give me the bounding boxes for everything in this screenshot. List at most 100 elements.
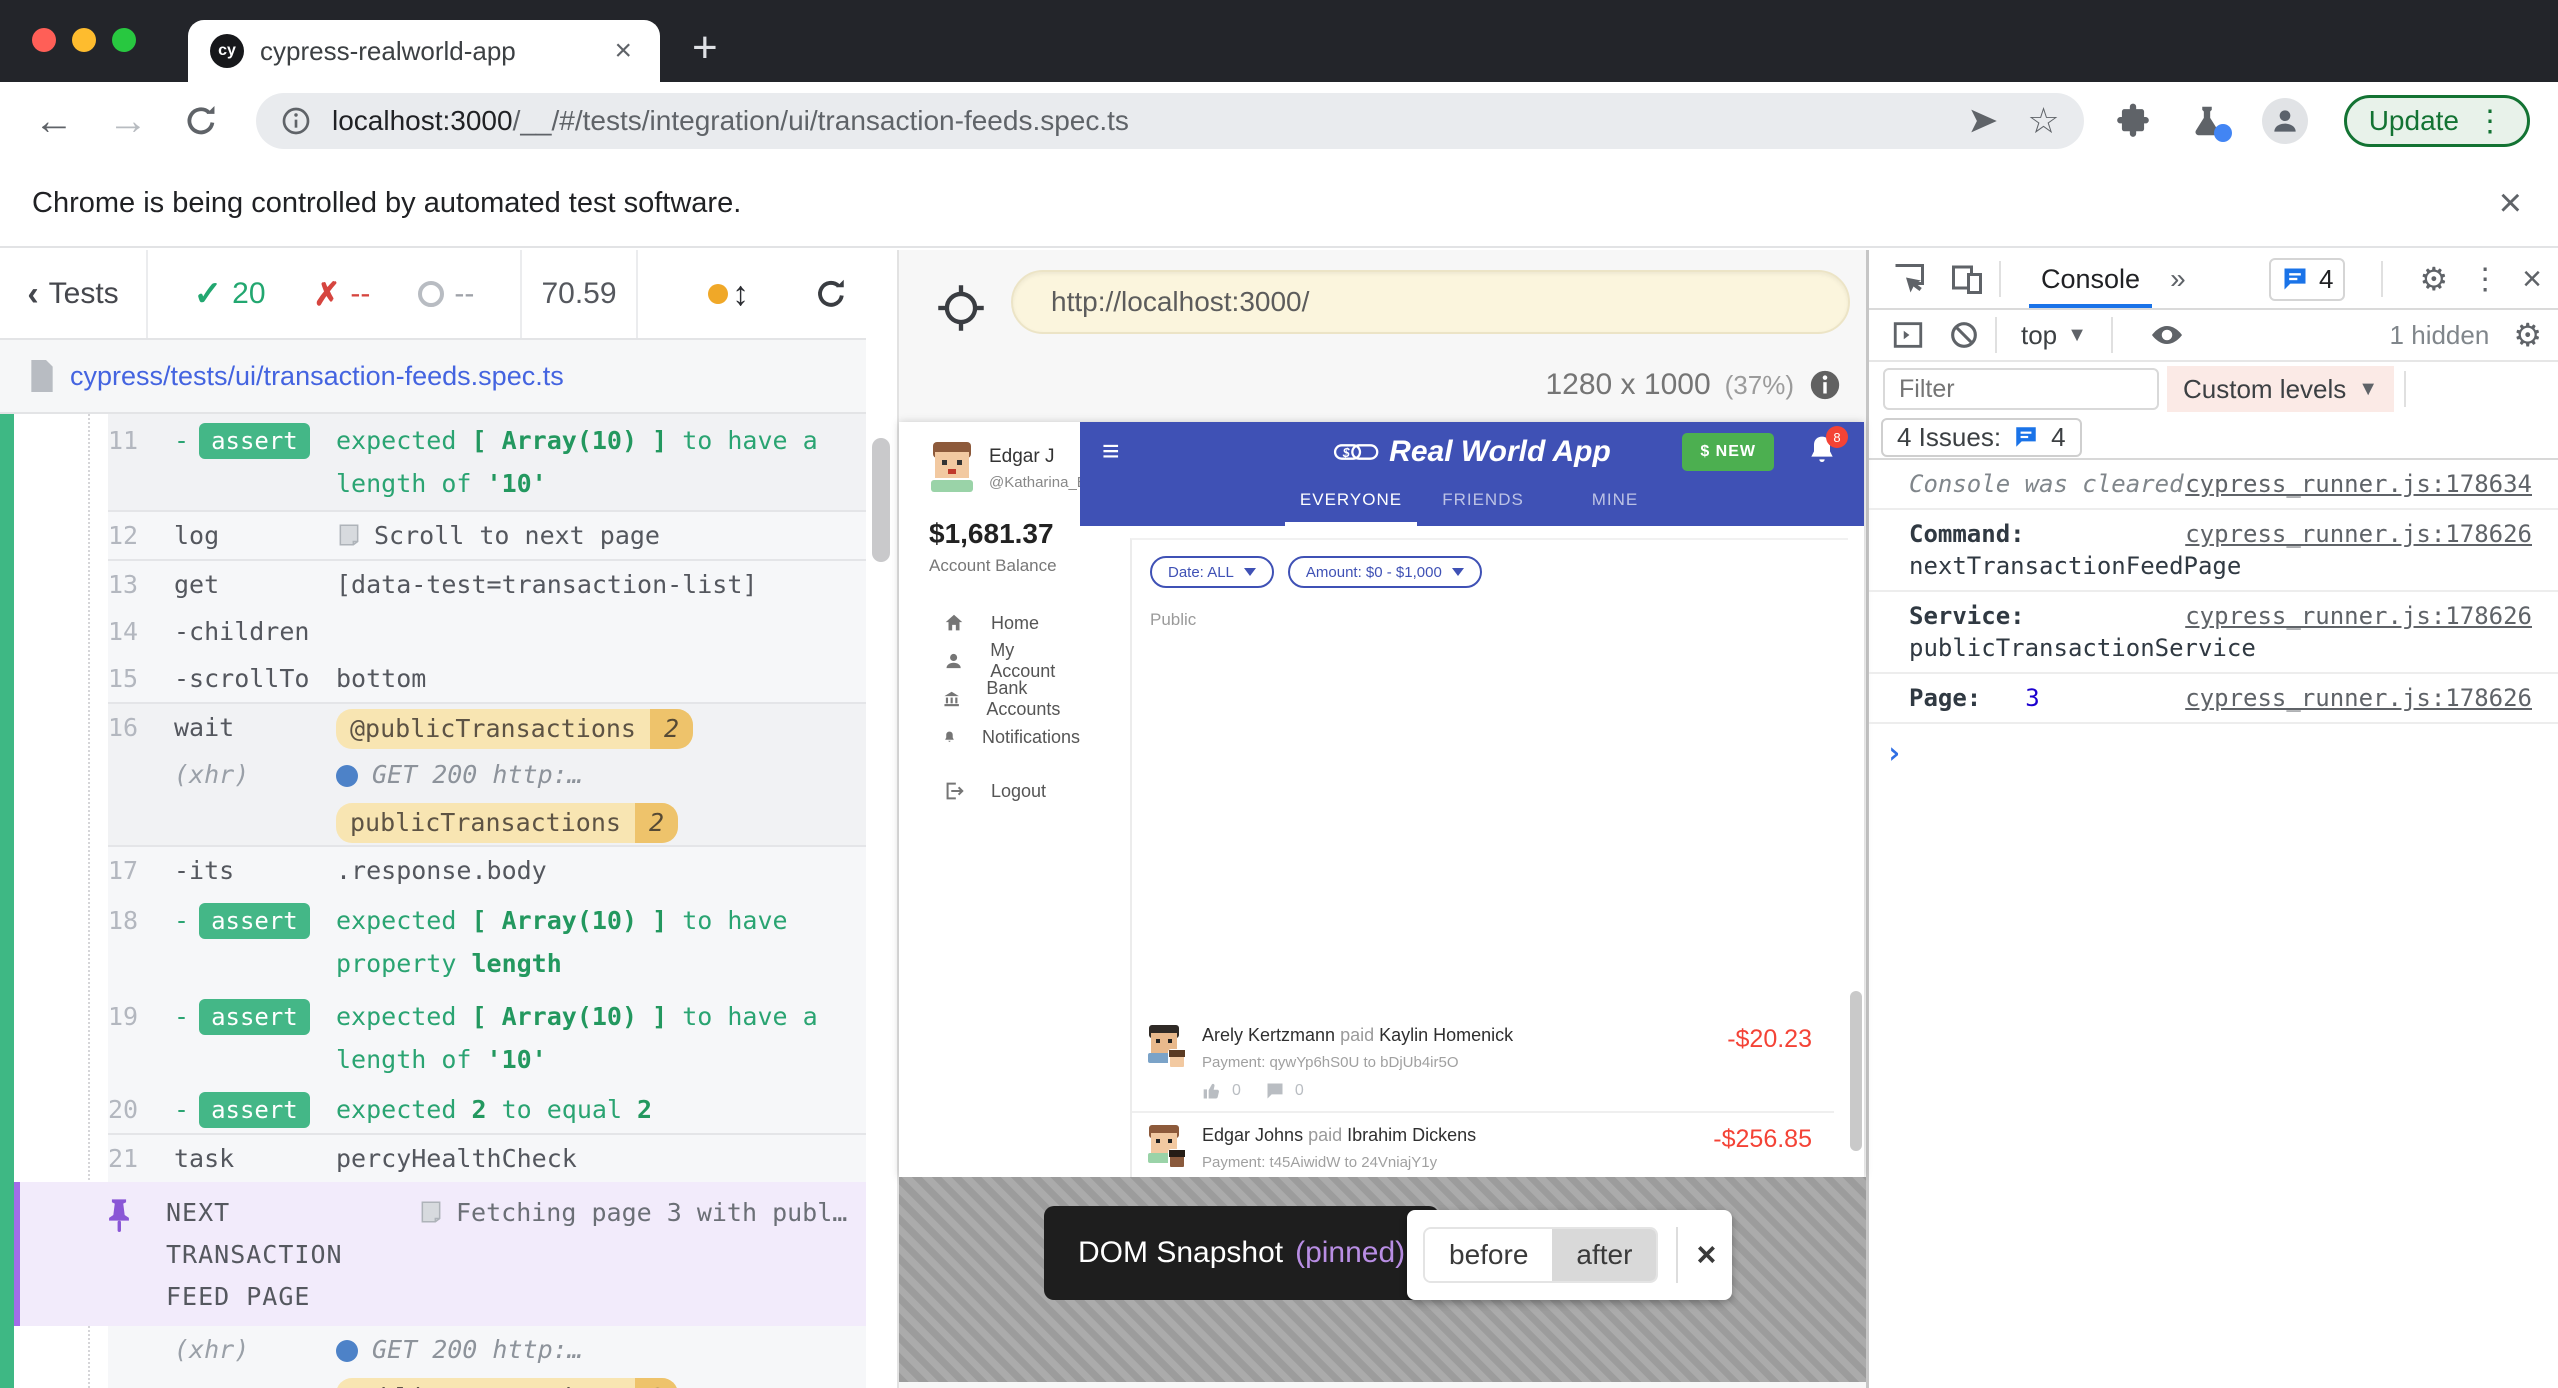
- more-tabs-icon[interactable]: »: [2170, 263, 2186, 295]
- log-row-log[interactable]: 12 log Scroll to next page: [0, 510, 866, 559]
- browser-tab[interactable]: cy cypress-realworld-app ×: [188, 20, 660, 82]
- hamburger-menu-icon[interactable]: ≡: [1102, 435, 1120, 469]
- source-link[interactable]: cypress_runner.js:178626: [2185, 682, 2532, 714]
- log-row-assert[interactable]: 18 -assert expected [ Array(10) ] to hav…: [0, 894, 866, 990]
- pin-icon[interactable]: [104, 1198, 134, 1318]
- xhr-request: GET 200 http:…: [372, 760, 583, 789]
- page-info-icon[interactable]: [280, 105, 312, 137]
- console-settings-icon[interactable]: ⚙: [2513, 316, 2542, 354]
- reporter-scrollbar[interactable]: [866, 250, 897, 1388]
- line-number: 15: [108, 655, 174, 702]
- console-filter-input[interactable]: [1883, 368, 2159, 410]
- amount-filter-chip[interactable]: Amount: $0 - $1,000: [1288, 556, 1482, 588]
- payee-name[interactable]: Kaylin Homenick: [1379, 1025, 1513, 1045]
- source-link[interactable]: cypress_runner.js:178626: [2185, 518, 2532, 550]
- failed-stat[interactable]: ✗ --: [314, 275, 371, 313]
- source-link[interactable]: cypress_runner.js:178626: [2185, 600, 2532, 632]
- log-row-scrollto[interactable]: 15 -scrollTo bottom: [0, 655, 866, 702]
- chevron-left-icon: ‹: [27, 275, 38, 314]
- log-row-assert[interactable]: 11 -assert expected [ Array(10) ] to hav…: [0, 414, 866, 510]
- settings-gear-icon[interactable]: ⚙: [2419, 260, 2448, 298]
- maximize-window-button[interactable]: [112, 28, 136, 52]
- snapshot-close-icon[interactable]: ×: [1696, 1236, 1716, 1275]
- bookmark-star-icon[interactable]: ☆: [2027, 104, 2059, 138]
- console-sidebar-icon[interactable]: [1891, 318, 1925, 352]
- tab-friends[interactable]: FRIENDS: [1417, 482, 1549, 526]
- tab-console[interactable]: Console: [2015, 250, 2166, 308]
- selector-playground-icon[interactable]: [935, 282, 987, 334]
- banner-close-icon[interactable]: ×: [2499, 181, 2522, 226]
- after-button[interactable]: after: [1552, 1229, 1656, 1281]
- log-row-wait[interactable]: 16 wait @publicTransactions2: [0, 702, 866, 751]
- devtools-close-icon[interactable]: ×: [2522, 260, 2542, 299]
- minimize-window-button[interactable]: [72, 28, 96, 52]
- profile-avatar[interactable]: [2262, 98, 2308, 144]
- pinned-log-row[interactable]: NEXT TRANSACTION FEED PAGE Fetching page…: [14, 1182, 866, 1326]
- share-icon[interactable]: [1967, 104, 2001, 138]
- url-text[interactable]: localhost:3000/__/#/tests/integration/ui…: [332, 105, 1941, 137]
- payee-name[interactable]: Ibrahim Dickens: [1347, 1125, 1476, 1145]
- eye-icon[interactable]: [2149, 317, 2185, 353]
- log-row-its[interactable]: 17 -its .response.body: [0, 845, 866, 894]
- issues-button[interactable]: 4 Issues: 4: [1881, 418, 2082, 457]
- log-row-assert[interactable]: 19 -assert expected [ Array(10) ] to hav…: [0, 990, 866, 1086]
- feed-tabs: EVERYONE FRIENDS MINE: [1080, 482, 1864, 526]
- console-prompt-chevron[interactable]: ›: [1869, 724, 2558, 771]
- source-link[interactable]: cypress_runner.js:178634: [2185, 468, 2532, 500]
- passed-stat[interactable]: ✓ 20: [194, 274, 266, 314]
- update-button[interactable]: Update ⋮: [2344, 95, 2530, 147]
- sidebar-item-my-account[interactable]: My Account: [899, 642, 1080, 680]
- device-toolbar-icon[interactable]: [1949, 261, 1985, 297]
- like-icon[interactable]: [1202, 1081, 1222, 1101]
- new-transaction-button[interactable]: $ NEW: [1682, 433, 1774, 471]
- app-scrollbar-thumb[interactable]: [1850, 991, 1862, 1151]
- forward-icon[interactable]: →: [108, 99, 148, 144]
- sidebar-item-logout[interactable]: Logout: [899, 772, 1080, 810]
- sidebar-item-bank-accounts[interactable]: Bank Accounts: [899, 680, 1080, 718]
- before-button[interactable]: before: [1425, 1229, 1552, 1281]
- devtools-menu-icon[interactable]: ⋮: [2470, 262, 2500, 297]
- log-row-xhr[interactable]: (xhr) GET 200 http:… publicTransactions2: [0, 751, 866, 845]
- log-row-xhr[interactable]: (xhr) GET 200 http:… publicTransactions2: [0, 1326, 866, 1388]
- log-row-get[interactable]: 13 get [data-test=transaction-list]: [0, 559, 866, 608]
- inspect-element-icon[interactable]: [1891, 261, 1927, 297]
- scrollbar-thumb[interactable]: [872, 438, 890, 562]
- omnibox[interactable]: localhost:3000/__/#/tests/integration/ui…: [256, 93, 2084, 149]
- comment-icon[interactable]: [1265, 1081, 1285, 1101]
- tab-close-icon[interactable]: ×: [608, 34, 638, 68]
- back-to-tests-button[interactable]: ‹ Tests: [0, 250, 148, 338]
- notifications-bell[interactable]: 8: [1806, 434, 1838, 466]
- console-messages-badge[interactable]: 4: [2269, 258, 2345, 301]
- command-message: bottom: [336, 655, 840, 702]
- viewport-scale-toggle[interactable]: ↕: [708, 275, 749, 314]
- tab-everyone[interactable]: EVERYONE: [1285, 482, 1417, 526]
- log-row-assert[interactable]: 20 -assert expected 2 to equal 2: [0, 1086, 866, 1133]
- pending-stat[interactable]: --: [418, 277, 474, 311]
- tab-mine[interactable]: MINE: [1549, 482, 1681, 526]
- payer-name[interactable]: Arely Kertzmann: [1202, 1025, 1335, 1045]
- close-window-button[interactable]: [32, 28, 56, 52]
- viewport-info-icon[interactable]: [1808, 368, 1842, 402]
- divider: [2111, 317, 2113, 353]
- browser-menu-icon[interactable]: ⋮: [2475, 104, 2505, 139]
- app-url-bar[interactable]: http://localhost:3000/: [1011, 270, 1850, 334]
- restart-tests-icon[interactable]: [813, 276, 849, 312]
- experiment-flask-icon[interactable]: [2188, 102, 2226, 140]
- caret-down-icon: ▼: [2067, 324, 2087, 347]
- context-selector[interactable]: top ▼: [2021, 320, 2087, 351]
- new-tab-button[interactable]: +: [692, 26, 718, 70]
- payer-name[interactable]: Edgar Johns: [1202, 1125, 1303, 1145]
- log-row-children[interactable]: 14 -children: [0, 608, 866, 655]
- clear-console-icon[interactable]: [1947, 318, 1981, 352]
- custom-levels-dropdown[interactable]: Custom levels ▼: [2167, 366, 2394, 412]
- sidebar-item-home[interactable]: Home: [899, 604, 1080, 642]
- date-filter-chip[interactable]: Date: ALL: [1150, 556, 1274, 588]
- transaction-item[interactable]: Edgar Johns paid Ibrahim Dickens Payment…: [1132, 1113, 1834, 1177]
- sidebar-item-notifications[interactable]: Notifications: [899, 718, 1080, 756]
- spec-file-link[interactable]: cypress/tests/ui/transaction-feeds.spec.…: [70, 361, 564, 392]
- extensions-icon[interactable]: [2114, 102, 2152, 140]
- transaction-item[interactable]: Arely Kertzmann paid Kaylin Homenick Pay…: [1132, 1013, 1834, 1113]
- reload-icon[interactable]: [182, 102, 220, 140]
- back-icon[interactable]: ←: [34, 99, 74, 144]
- log-row-task[interactable]: 21 task percyHealthCheck: [0, 1133, 866, 1182]
